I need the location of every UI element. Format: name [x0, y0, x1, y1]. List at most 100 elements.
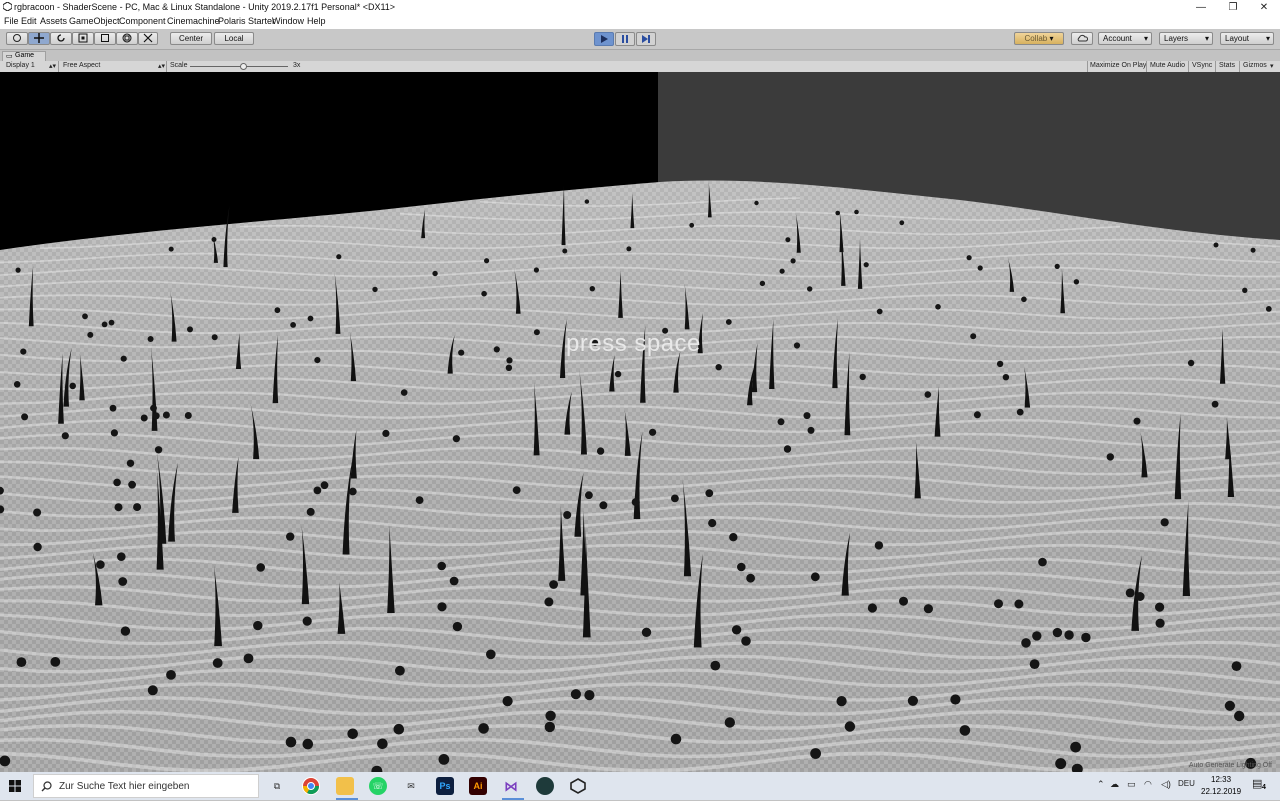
menu-window[interactable]: Window: [272, 16, 304, 26]
volume-icon[interactable]: ◁): [1161, 779, 1171, 790]
sphere: [184, 412, 192, 419]
taskbar-search-box[interactable]: Zur Suche Text hier eingeben: [33, 774, 259, 798]
wifi-icon[interactable]: ◠: [1144, 779, 1152, 790]
unity-taskbar-icon[interactable]: [569, 777, 587, 795]
sphere: [307, 315, 314, 322]
stats-toggle[interactable]: Stats: [1219, 62, 1235, 69]
menu-assets[interactable]: Assets: [40, 16, 67, 26]
menu-edit[interactable]: Edit: [21, 16, 37, 26]
chevron-down-icon: ▴▾: [158, 63, 166, 70]
tab-game[interactable]: ▭ Game: [2, 51, 46, 61]
sphere: [741, 636, 751, 646]
cloud-button[interactable]: [1071, 32, 1093, 45]
photoshop-icon[interactable]: Ps: [436, 777, 454, 795]
clock-time[interactable]: 12:33: [1211, 775, 1231, 784]
sphere: [290, 322, 296, 328]
sphere: [810, 748, 821, 759]
maximize-on-play-toggle[interactable]: Maximize On Play: [1090, 62, 1146, 69]
onedrive-icon[interactable]: ☁: [1110, 779, 1119, 790]
sphere: [96, 560, 105, 569]
display-dropdown[interactable]: Display 1: [6, 62, 35, 69]
sphere: [1133, 417, 1141, 425]
pause-button[interactable]: [615, 32, 635, 46]
transform-tool-button[interactable]: [116, 32, 138, 45]
sphere: [302, 616, 312, 626]
sphere: [1125, 588, 1135, 598]
sphere: [705, 489, 714, 498]
sphere: [1187, 359, 1195, 367]
aspect-dropdown[interactable]: Free Aspect: [63, 62, 100, 69]
windows-taskbar: Zur Suche Text hier eingeben ⧉ ☏ ✉ Ps Ai…: [0, 772, 1280, 800]
sphere: [438, 754, 450, 765]
gitkraken-icon[interactable]: [536, 777, 554, 795]
collab-button[interactable]: Collab ▾: [1014, 32, 1064, 45]
game-viewport[interactable]: press space Auto Generate Lighting Off: [0, 72, 1280, 772]
menu-help[interactable]: Help: [307, 16, 326, 26]
game-tab-icon: ▭: [6, 53, 13, 60]
layout-dropdown[interactable]: Layout ▾: [1220, 32, 1274, 45]
language-indicator[interactable]: DEU: [1178, 779, 1195, 788]
sphere: [382, 429, 390, 437]
account-label: Account: [1103, 34, 1132, 43]
sphere: [162, 411, 170, 419]
battery-icon[interactable]: ▭: [1127, 779, 1136, 790]
close-button[interactable]: ✕: [1248, 0, 1280, 15]
menu-cinemachine[interactable]: Cinemachine: [167, 16, 220, 26]
sphere: [589, 286, 595, 292]
notification-icon[interactable]: ▤: [1252, 777, 1262, 790]
layers-dropdown[interactable]: Layers ▾: [1159, 32, 1213, 45]
menu-file[interactable]: File: [4, 16, 19, 26]
whatsapp-icon[interactable]: ☏: [369, 777, 387, 795]
sphere: [147, 336, 154, 342]
mail-icon[interactable]: ✉: [402, 777, 420, 795]
sphere: [783, 445, 792, 453]
sphere: [584, 199, 590, 204]
scale-slider-track[interactable]: [190, 66, 288, 67]
search-icon: [41, 781, 52, 792]
rotate-tool-button[interactable]: [50, 32, 72, 45]
gizmos-dropdown[interactable]: Gizmos: [1243, 62, 1267, 69]
chevron-down-icon: ▾: [1204, 34, 1209, 43]
minimize-button[interactable]: —: [1185, 0, 1217, 15]
file-explorer-icon[interactable]: [336, 777, 354, 795]
sphere: [347, 728, 359, 740]
hand-tool-button[interactable]: [6, 32, 28, 45]
sphere: [966, 255, 972, 261]
sphere: [114, 503, 123, 512]
chrome-icon[interactable]: [302, 777, 320, 795]
chevron-up-icon[interactable]: ⌃: [1097, 779, 1105, 790]
terrain-scene: [0, 180, 1280, 772]
visual-studio-icon[interactable]: ⋈: [502, 777, 520, 795]
account-dropdown[interactable]: Account ▾: [1098, 32, 1152, 45]
vsync-toggle[interactable]: VSync: [1192, 62, 1212, 69]
illustrator-icon[interactable]: Ai: [469, 777, 487, 795]
pivot-local-button[interactable]: Local: [214, 32, 254, 45]
sphere: [505, 364, 513, 371]
pivot-center-button[interactable]: Center: [170, 32, 212, 45]
sphere: [1070, 741, 1081, 753]
scale-slider-handle[interactable]: [240, 63, 247, 70]
mute-audio-toggle[interactable]: Mute Audio: [1150, 62, 1185, 69]
sphere: [1054, 263, 1060, 269]
menu-gameobject[interactable]: GameObject: [69, 16, 120, 26]
separator: [1239, 61, 1240, 72]
play-button[interactable]: [594, 32, 614, 46]
rect-tool-button[interactable]: [94, 32, 116, 45]
step-button[interactable]: [636, 32, 656, 46]
sphere: [478, 723, 489, 734]
scale-tool-button[interactable]: [72, 32, 94, 45]
sphere: [649, 428, 657, 436]
clock-date[interactable]: 22.12.2019: [1201, 787, 1241, 796]
scale-value: 3x: [293, 62, 301, 69]
sphere: [140, 414, 148, 422]
task-view-icon[interactable]: ⧉: [268, 777, 286, 795]
transform-icon: [122, 33, 132, 43]
windows-start-icon[interactable]: [9, 780, 21, 792]
menu-polaris-starter[interactable]: Polaris Starter: [218, 16, 275, 26]
maximize-button[interactable]: ❐: [1217, 0, 1249, 15]
move-tool-button[interactable]: [28, 32, 50, 45]
custom-tool-button[interactable]: [138, 32, 158, 45]
sphere: [746, 573, 755, 583]
menu-component[interactable]: Component: [119, 16, 166, 26]
sphere: [395, 665, 405, 676]
